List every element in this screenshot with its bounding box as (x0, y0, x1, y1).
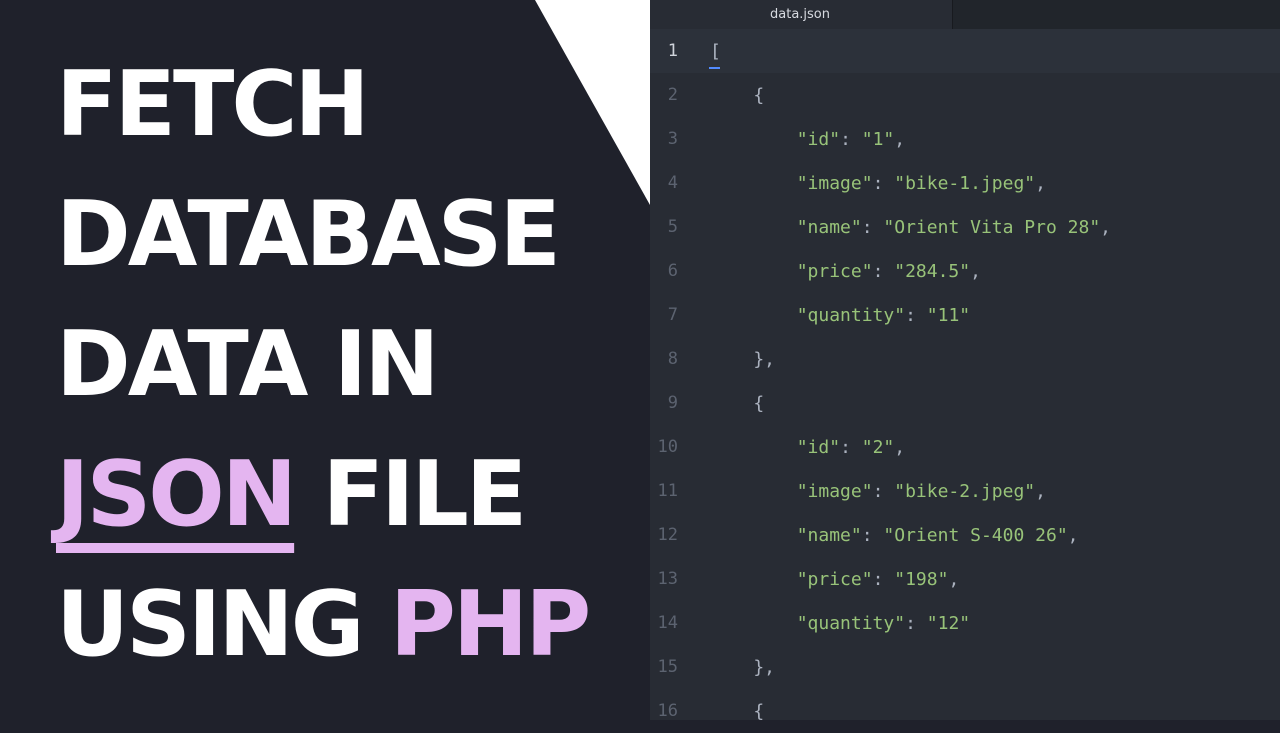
code-line[interactable]: 12 "name": "Orient S-400 26", (650, 513, 1280, 557)
code-text: "image": "bike-1.jpeg", (796, 173, 1046, 194)
line-number: 6 (667, 261, 678, 281)
code-line[interactable]: 5 "name": "Orient Vita Pro 28", (650, 205, 1280, 249)
line-number: 2 (667, 85, 678, 105)
code-line[interactable]: 3 "id": "1", (650, 117, 1280, 161)
title-line-1: FETCH (56, 52, 370, 157)
code-text: "price": "198", (796, 569, 960, 590)
json-value: "198" (894, 569, 949, 590)
json-value: "bike-2.jpeg" (894, 481, 1036, 502)
tab-label: data.json (770, 7, 830, 22)
code-text: "name": "Orient Vita Pro 28", (796, 217, 1112, 238)
line-number: 11 (657, 481, 678, 501)
title-using-text: USING (56, 572, 390, 677)
code-text: { (710, 393, 765, 414)
title-panel: FETCH DATABASE DATA IN JSON FILE USING P… (0, 0, 650, 720)
code-line[interactable]: 2 { (650, 73, 1280, 117)
json-value: "Orient S-400 26" (883, 525, 1068, 546)
code-text: [ (710, 41, 721, 62)
code-line[interactable]: 7 "quantity": "11" (650, 293, 1280, 337)
code-text: "id": "1", (796, 129, 906, 150)
json-value: "284.5" (894, 261, 971, 282)
line-number: 1 (667, 41, 678, 61)
json-value: "2" (861, 437, 895, 458)
json-key: "name" (796, 217, 862, 238)
title-php-highlight: PHP (389, 572, 591, 677)
json-key: "id" (796, 129, 841, 150)
line-number: 12 (657, 525, 678, 545)
title-line-4: JSON FILE (56, 450, 527, 540)
json-key: "image" (796, 481, 873, 502)
json-value: "Orient Vita Pro 28" (883, 217, 1101, 238)
code-line[interactable]: 13 "price": "198", (650, 557, 1280, 601)
json-key: "id" (796, 437, 841, 458)
code-area[interactable]: 1[2 {3 "id": "1", 4 "image": "bike-1.jpeg… (650, 29, 1280, 722)
code-line[interactable]: 1[ (650, 29, 1280, 73)
json-key: "price" (796, 261, 873, 282)
tab-data-json[interactable]: data.json (650, 0, 953, 29)
code-line[interactable]: 15 }, (650, 645, 1280, 689)
line-number: 10 (657, 437, 678, 457)
json-value: "12" (926, 613, 971, 634)
code-text: "name": "Orient S-400 26", (796, 525, 1079, 546)
tab-bar: data.json (650, 0, 1280, 29)
code-line[interactable]: 9 { (650, 381, 1280, 425)
line-number: 8 (667, 349, 678, 369)
code-line[interactable]: 16 { (650, 689, 1280, 733)
line-number: 5 (667, 217, 678, 237)
line-number: 15 (657, 657, 678, 677)
code-line[interactable]: 8 }, (650, 337, 1280, 381)
code-text: { (710, 701, 765, 722)
json-key: "image" (796, 173, 873, 194)
title-line-3: DATA IN (56, 312, 440, 417)
code-line[interactable]: 14 "quantity": "12" (650, 601, 1280, 645)
code-text: "quantity": "12" (796, 613, 971, 634)
code-editor: data.json 1[2 {3 "id": "1", 4 "image": "b… (650, 0, 1280, 722)
line-number: 16 (657, 701, 678, 721)
code-line[interactable]: 10 "id": "2", (650, 425, 1280, 469)
code-line[interactable]: 4 "image": "bike-1.jpeg", (650, 161, 1280, 205)
code-text: { (710, 85, 765, 106)
line-number: 7 (667, 305, 678, 325)
text-cursor (709, 67, 720, 69)
json-key: "name" (796, 525, 862, 546)
title-line-5: USING PHP (56, 580, 591, 670)
title-line-2: DATABASE (56, 182, 561, 287)
code-line[interactable]: 11 "image": "bike-2.jpeg", (650, 469, 1280, 513)
line-number: 3 (667, 129, 678, 149)
code-line[interactable]: 6 "price": "284.5", (650, 249, 1280, 293)
json-key: "quantity" (796, 613, 906, 634)
json-value: "11" (926, 305, 971, 326)
json-key: "price" (796, 569, 873, 590)
json-value: "1" (861, 129, 895, 150)
line-number: 9 (667, 393, 678, 413)
code-text: "price": "284.5", (796, 261, 981, 282)
json-key: "quantity" (796, 305, 906, 326)
code-text: }, (710, 349, 776, 370)
code-text: }, (710, 657, 776, 678)
line-number: 4 (667, 173, 678, 193)
code-text: "id": "2", (796, 437, 906, 458)
code-text: "quantity": "11" (796, 305, 971, 326)
json-value: "bike-1.jpeg" (894, 173, 1036, 194)
title-json-highlight: JSON (56, 442, 297, 547)
code-text: "image": "bike-2.jpeg", (796, 481, 1046, 502)
title-file-text: FILE (294, 442, 527, 547)
line-number: 13 (657, 569, 678, 589)
line-number: 14 (657, 613, 678, 633)
